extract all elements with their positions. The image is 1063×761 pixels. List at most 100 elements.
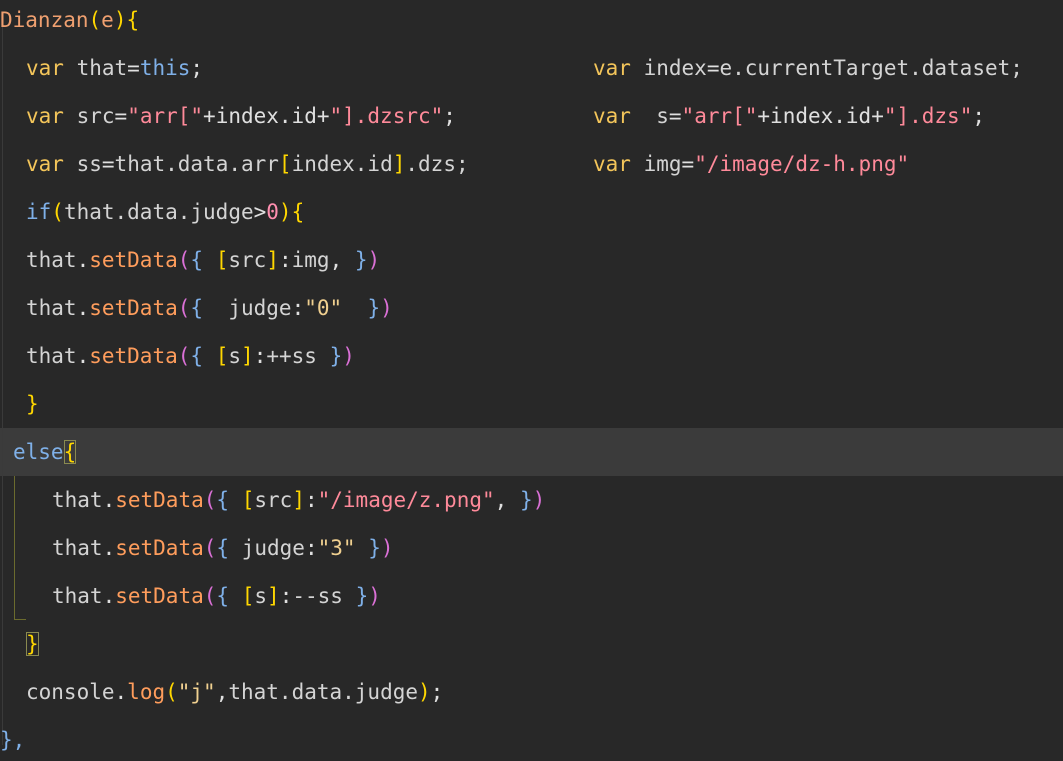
- comma: ,: [329, 248, 343, 272]
- identifier: that: [26, 344, 77, 368]
- brace: }: [329, 344, 343, 368]
- brace: {: [63, 440, 77, 464]
- string: "].dzs": [883, 104, 973, 128]
- property: judge: [228, 296, 292, 320]
- identifier: that: [52, 488, 103, 512]
- keyword-var: var: [26, 56, 64, 80]
- code-line: var that=this;: [26, 48, 203, 96]
- paren: ): [113, 8, 127, 32]
- keyword-else: else: [13, 440, 64, 464]
- dot: .: [114, 680, 128, 704]
- bracket: ]: [266, 248, 279, 272]
- brace: }: [367, 296, 381, 320]
- brace: }: [519, 488, 533, 512]
- brace: {: [216, 536, 230, 560]
- code-line: var s="arr["+index.id+"].dzs";: [593, 96, 985, 144]
- brace: }: [354, 248, 368, 272]
- indent-guide: [14, 476, 15, 620]
- expression: that.data.judge: [63, 200, 254, 224]
- semicolon: ;: [430, 680, 444, 704]
- method: setData: [115, 488, 204, 512]
- brace: {: [216, 488, 230, 512]
- code-line: that.setData({ [s]:++ss }): [26, 336, 355, 384]
- colon: :: [278, 248, 292, 272]
- keyword-this: this: [139, 56, 191, 80]
- operator: =: [127, 56, 140, 80]
- comma: ,: [215, 680, 229, 704]
- keyword-var: var: [593, 104, 631, 128]
- string: "arr[": [681, 104, 758, 128]
- expression: +index.id+: [203, 104, 330, 128]
- string: "/image/dz-h.png": [694, 152, 910, 176]
- code-line: console.log("j",that.data.judge);: [26, 672, 443, 720]
- dot: .: [76, 296, 90, 320]
- identifier: that: [26, 296, 77, 320]
- operator: >: [253, 200, 267, 224]
- dot: .: [102, 584, 116, 608]
- indent-guide-left: [2, 20, 3, 745]
- expression: that.data.judge: [228, 680, 419, 704]
- identifier: s: [254, 584, 268, 608]
- expression: .dzs;: [405, 152, 469, 176]
- brace: {: [190, 248, 204, 272]
- paren: ): [380, 296, 393, 320]
- paren: ): [278, 200, 292, 224]
- paren: (: [51, 200, 64, 224]
- brace: {: [190, 344, 204, 368]
- code-line: that.setData({ judge:"3" }): [52, 528, 394, 576]
- expression: that.data.arr: [114, 152, 279, 176]
- bracket: [: [215, 344, 229, 368]
- method: setData: [115, 536, 204, 560]
- brace: {: [291, 200, 305, 224]
- brace: {: [190, 296, 204, 320]
- paren: ): [368, 584, 381, 608]
- expression: --ss: [292, 584, 343, 608]
- semicolon: ;: [443, 104, 456, 128]
- identifier: ss: [76, 152, 102, 176]
- property: judge: [241, 536, 305, 560]
- bracket: [: [215, 248, 229, 272]
- code-line: }: [26, 384, 39, 432]
- semicolon: ;: [972, 104, 986, 128]
- brace: {: [126, 8, 140, 32]
- keyword-var: var: [26, 104, 64, 128]
- identifier: s: [228, 344, 242, 368]
- method: setData: [115, 584, 204, 608]
- paren: (: [203, 584, 217, 608]
- identifier: that: [26, 248, 77, 272]
- operator: =: [114, 104, 128, 128]
- current-line-highlight: [0, 428, 1063, 476]
- identifier: that: [52, 536, 103, 560]
- paren: ): [532, 488, 546, 512]
- colon: :: [291, 296, 305, 320]
- method: setData: [89, 296, 178, 320]
- paren: ): [418, 680, 431, 704]
- operator: =: [101, 152, 115, 176]
- bracket: [: [241, 584, 255, 608]
- brace: }: [355, 584, 369, 608]
- code-line: that.setData({ [src]:img, }): [26, 240, 380, 288]
- colon: :: [279, 584, 293, 608]
- identifier: src: [254, 488, 293, 512]
- brace: }: [368, 536, 381, 560]
- method: log: [127, 680, 166, 704]
- dot: .: [76, 248, 90, 272]
- string: "j": [177, 680, 216, 704]
- comma: ,: [494, 488, 508, 512]
- identifier: img: [643, 152, 682, 176]
- paren: (: [177, 248, 191, 272]
- paren: (: [203, 488, 217, 512]
- operator: =: [706, 56, 720, 80]
- expression: index.id: [291, 152, 393, 176]
- brace: }: [26, 392, 39, 416]
- code-editor[interactable]: Dianzan(e){ var that=this; var index=e.c…: [0, 0, 1063, 761]
- semicolon: ;: [190, 56, 204, 80]
- identifier: img: [291, 248, 330, 272]
- paren: (: [203, 536, 217, 560]
- brace: {: [216, 584, 230, 608]
- bracket: [: [241, 488, 255, 512]
- identifier: index: [643, 56, 707, 80]
- code-line: Dianzan(e){: [0, 0, 139, 48]
- operator: =: [681, 152, 695, 176]
- paren: (: [88, 8, 102, 32]
